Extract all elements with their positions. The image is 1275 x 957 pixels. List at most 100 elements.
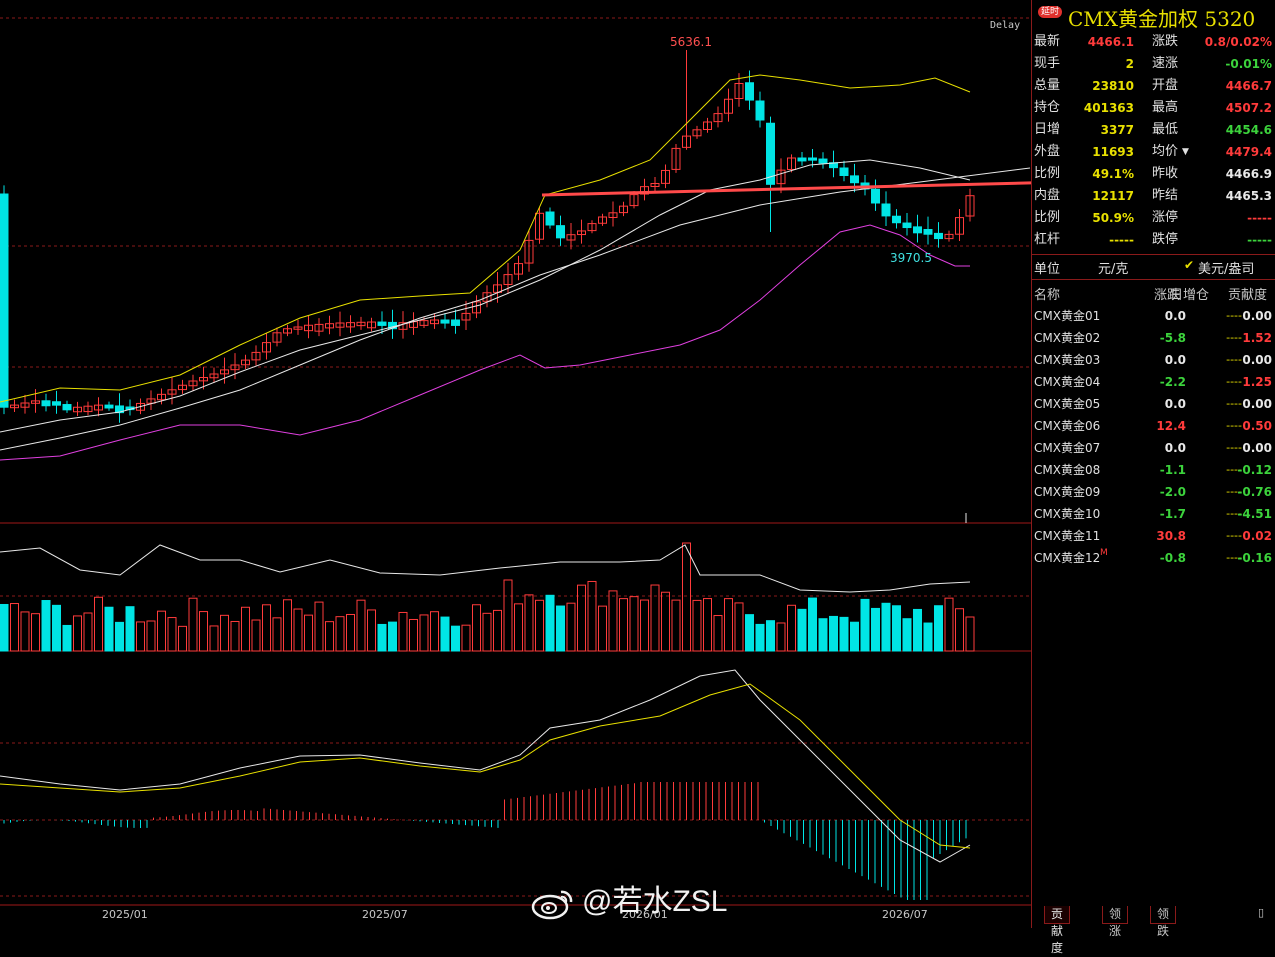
unit-option-usd-oz[interactable]: 美元/盎司 (1198, 258, 1254, 277)
volume-bar (902, 618, 912, 652)
contract-row[interactable]: CMX黄金01 0.0 ---- 0.00 (1032, 305, 1275, 327)
header-daily-oi[interactable]: 日增仓 (1170, 284, 1209, 303)
down-candle (545, 211, 555, 226)
quote-value: 2 (1125, 57, 1134, 71)
volume-bar (556, 605, 565, 652)
quote-label: 外盘 (1034, 144, 1061, 159)
volume-bar (104, 606, 114, 652)
contract-contribution: -0.16 (1237, 551, 1272, 565)
contract-row[interactable]: CMX黄金10 -1.7 ---- -4.51 (1032, 503, 1275, 525)
volume-bar (514, 603, 523, 652)
tab-contribution[interactable]: 贡献度 (1044, 906, 1071, 955)
annotation-arrow-line (541, 181, 1031, 197)
tab-top-gainers[interactable]: 领涨 (1102, 906, 1129, 938)
contract-name: CMX黄金09 (1034, 485, 1101, 499)
quote-label: 持仓 (1034, 100, 1061, 115)
volume-bar (829, 615, 838, 652)
contract-row[interactable]: CMX黄金03 0.0 ---- 0.00 (1032, 349, 1275, 371)
contract-change: 0.0 (1164, 353, 1186, 367)
quote-label: 跌停 (1152, 232, 1179, 247)
contract-row[interactable]: CMX黄金06 12.4 ---- 0.50 (1032, 415, 1275, 437)
volume-bar (125, 606, 135, 652)
volume-bar (650, 584, 660, 652)
contract-row[interactable]: CMX黄金04 -2.2 ---- 1.25 (1032, 371, 1275, 393)
contract-contribution: 0.00 (1242, 397, 1272, 411)
volume-bar (10, 603, 19, 652)
volume-bar (178, 625, 187, 652)
unit-value: 元/克 (1098, 262, 1129, 277)
volume-bar (230, 620, 240, 652)
down-candle (556, 225, 565, 239)
volume-bar (839, 616, 849, 652)
volume-bar (419, 614, 429, 652)
kline-chart[interactable] (0, 0, 1031, 928)
down-candle (766, 122, 775, 185)
volume-bar (724, 598, 733, 652)
contract-row[interactable]: CMX黄金11 30.8 ---- 0.02 (1032, 525, 1275, 547)
header-name[interactable]: 名称 (1034, 284, 1060, 303)
volume-bar (293, 608, 303, 652)
quote-row: 杠杆 ----- 跌停 ----- (1032, 229, 1275, 251)
contract-row[interactable]: CMX黄金05 0.0 ---- 0.00 (1032, 393, 1275, 415)
volume-bar (944, 597, 954, 652)
contract-row[interactable]: CMX黄金09 -2.0 ---- -0.76 (1032, 481, 1275, 503)
quote-value: 49.1% (1092, 167, 1134, 181)
contract-row[interactable]: CMX黄金08 -1.1 ---- -0.12 (1032, 459, 1275, 481)
watermark-text: @若水ZSL (582, 885, 728, 918)
contract-row[interactable]: CMX黄金07 0.0 ---- 0.00 (1032, 437, 1275, 459)
quote-value: -0.01% (1225, 57, 1272, 71)
volume-bar (755, 623, 765, 652)
volume-bar (31, 613, 40, 652)
quote-label: 涨跌 (1152, 34, 1179, 49)
tab-top-losers[interactable]: 领跌 (1150, 906, 1177, 938)
dropdown-arrow-icon[interactable]: ▼ (1182, 141, 1189, 163)
quote-value: 23810 (1092, 79, 1134, 93)
contract-change: -1.7 (1159, 507, 1186, 521)
volume-bar (745, 614, 754, 652)
header-contribution[interactable]: 贡献度 (1228, 284, 1267, 303)
contract-name: CMX黄金01 (1034, 309, 1101, 323)
macd-dif-line (0, 669, 971, 863)
volume-bar (671, 599, 681, 652)
contract-contribution: 0.00 (1242, 441, 1272, 455)
quote-title-bar: 延时 CMX黄金加权 5320 (1032, 0, 1275, 31)
volume-bar (619, 598, 628, 652)
volume-bar (913, 608, 922, 652)
contract-row[interactable]: CMX黄金02 -5.8 ---- 1.52 (1032, 327, 1275, 349)
contract-change: -5.8 (1159, 331, 1186, 345)
contract-row[interactable]: CMX黄金12 M -0.8 ---- -0.16 (1032, 547, 1275, 569)
volume-bar (461, 624, 471, 652)
contract-change: -2.2 (1159, 375, 1186, 389)
unit-row[interactable]: 单位 元/克 ✔ 美元/盎司 (1032, 254, 1275, 280)
contract-name: CMX黄金02 (1034, 331, 1101, 345)
volume-bar (566, 602, 576, 652)
down-candle (808, 157, 817, 161)
contract-name: CMX黄金12 (1034, 551, 1101, 565)
volume-bar (136, 621, 145, 652)
quote-value: 11693 (1092, 145, 1134, 159)
delay-label: Delay (990, 20, 1021, 31)
quote-label: 杠杆 (1034, 232, 1061, 247)
volume-bar (398, 611, 408, 652)
down-candle (41, 400, 51, 407)
down-candle (440, 319, 450, 324)
quote-label: 现手 (1034, 56, 1061, 71)
quote-value: 4466.9 (1225, 167, 1272, 181)
quote-row: 持仓 401363 最高 4507.2 (1032, 97, 1275, 119)
quote-label: 日增 (1034, 122, 1061, 137)
volume-bar (94, 596, 103, 652)
contract-change: -0.8 (1159, 551, 1186, 565)
quote-value: 4466.1 (1087, 35, 1134, 49)
quote-value: 4479.4 (1225, 145, 1272, 159)
volume-bar (409, 618, 418, 652)
panel-resize-icon[interactable]: ▯ (1258, 906, 1270, 922)
main-contract-mark: M (1100, 548, 1108, 558)
contract-change: -1.1 (1159, 463, 1186, 477)
checkmark-icon[interactable]: ✔ (1184, 258, 1194, 272)
quote-value: 4465.3 (1225, 189, 1272, 203)
quote-value: 50.9% (1092, 211, 1134, 225)
ma-line-mid (0, 159, 971, 433)
chart-area[interactable]: Delay 5636.1 3970.5 2025/01 2025/07 2026… (0, 0, 1031, 928)
volume-bar (818, 618, 828, 652)
ma-line-lowest (0, 224, 970, 461)
